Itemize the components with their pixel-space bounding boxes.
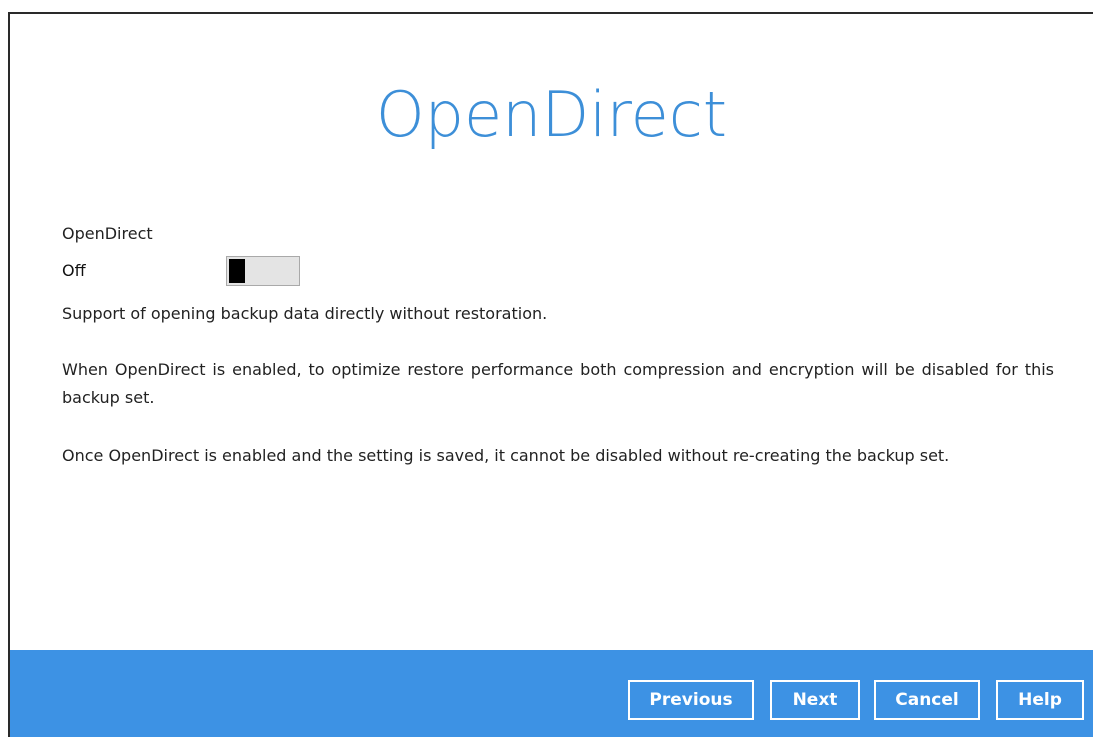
description-irreversible-warning: Once OpenDirect is enabled and the setti… <box>62 446 950 465</box>
next-button[interactable]: Next <box>770 680 860 720</box>
footer-bar: Previous Next Cancel Help <box>10 650 1093 737</box>
help-button[interactable]: Help <box>996 680 1084 720</box>
opendirect-section-label: OpenDirect <box>62 224 153 243</box>
cancel-button[interactable]: Cancel <box>874 680 980 720</box>
opendirect-toggle[interactable] <box>226 256 300 286</box>
toggle-knob[interactable] <box>229 259 245 283</box>
toggle-state-label: Off <box>62 261 86 280</box>
page-title: OpenDirect <box>375 78 728 151</box>
opendirect-toggle-row: Off <box>62 256 322 288</box>
previous-button[interactable]: Previous <box>628 680 754 720</box>
description-support: Support of opening backup data directly … <box>62 304 548 323</box>
description-compression-warning: When OpenDirect is enabled, to optimize … <box>62 360 1054 407</box>
wizard-window: OpenDirect OpenDirect Off Support of ope… <box>8 12 1093 737</box>
